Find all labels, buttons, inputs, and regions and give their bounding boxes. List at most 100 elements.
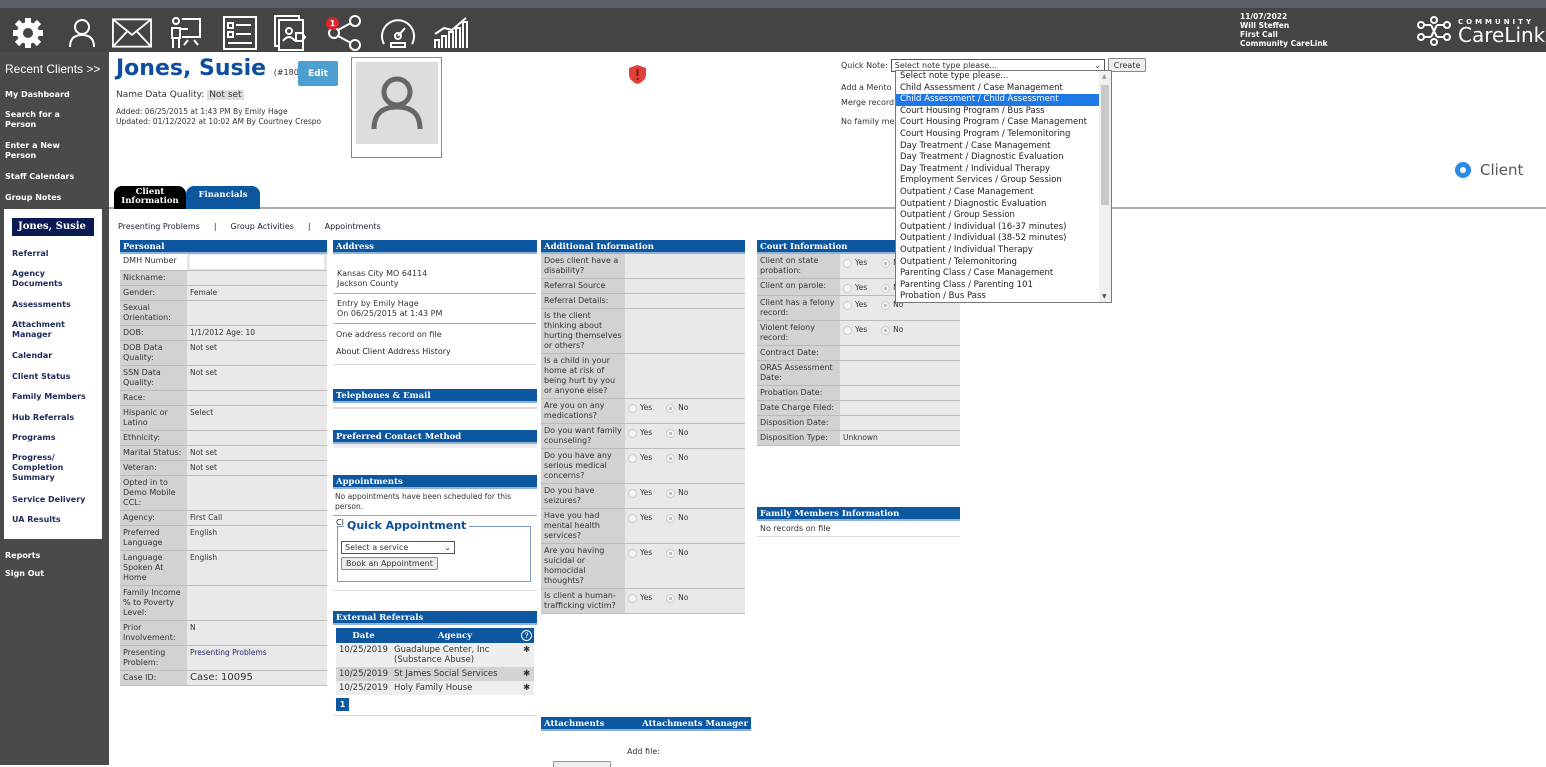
bug-icon[interactable]: ✱ xyxy=(519,643,534,667)
note-option[interactable]: Employment Services / Group Session xyxy=(896,175,1111,187)
field-value[interactable]: Yes No xyxy=(625,448,745,484)
yes-radio[interactable]: Yes xyxy=(628,513,652,523)
quick-note-dropdown-list[interactable]: Select note type please... Child Assessme… xyxy=(895,70,1112,303)
book-appointment-button[interactable]: Book an Appointment xyxy=(341,557,438,570)
field-value[interactable]: Yes No xyxy=(840,320,960,346)
note-option[interactable]: Parenting Class / Case Management xyxy=(896,268,1111,280)
note-option[interactable]: Parenting Class / Parenting 101 xyxy=(896,280,1111,292)
client-menu-name[interactable]: Jones, Susie xyxy=(12,218,94,236)
no-radio[interactable]: No xyxy=(881,325,903,335)
note-option[interactable]: Court Housing Program / Telemonitoring xyxy=(896,129,1111,141)
no-radio[interactable]: No xyxy=(666,428,688,438)
address-history-link[interactable]: About Client Address History xyxy=(333,339,537,364)
mail-icon[interactable] xyxy=(112,14,152,52)
sidebar-link-staff-calendars[interactable]: Staff Calendars xyxy=(5,172,74,182)
choose-file-button[interactable] xyxy=(553,761,611,767)
pagination-page[interactable]: 1 xyxy=(336,698,349,711)
field-value[interactable]: Presenting Problems xyxy=(187,645,327,671)
field-value[interactable]: Yes No xyxy=(625,543,745,589)
note-option[interactable]: Day Treatment / Diagnostic Evaluation xyxy=(896,152,1111,164)
sidebar-link-reports[interactable]: Reports xyxy=(5,551,40,561)
no-radio[interactable]: No xyxy=(666,453,688,463)
yes-radio[interactable]: Yes xyxy=(628,403,652,413)
client-link-ua-results[interactable]: UA Results xyxy=(12,515,61,525)
no-radio[interactable]: No xyxy=(666,548,688,558)
checklist-icon[interactable] xyxy=(220,14,260,52)
client-link-referral[interactable]: Referral xyxy=(12,249,49,259)
client-link-agency-documents[interactable]: Agency Documents xyxy=(12,269,72,289)
referral-row[interactable]: 10/25/2019 St James Social Services ✱ xyxy=(336,667,534,681)
subnav-presenting-problems[interactable]: Presenting Problems xyxy=(118,222,200,231)
yes-radio[interactable]: Yes xyxy=(628,428,652,438)
note-option[interactable]: Court Housing Program / Case Management xyxy=(896,117,1111,129)
attachments-manager-link[interactable]: Attachments Manager xyxy=(642,719,748,729)
note-option[interactable]: Day Treatment / Individual Therapy xyxy=(896,164,1111,176)
note-option[interactable]: Outpatient / Group Session xyxy=(896,210,1111,222)
yes-radio[interactable]: Yes xyxy=(843,325,867,335)
yes-radio[interactable]: Yes xyxy=(628,488,652,498)
note-option[interactable]: Outpatient / Individual (38-52 minutes) xyxy=(896,233,1111,245)
client-link-assessments[interactable]: Assessments xyxy=(12,300,71,310)
tab-client-information[interactable]: Client Information xyxy=(114,186,186,209)
add-mentor-link[interactable]: Add a Mento xyxy=(841,83,891,92)
client-photo[interactable] xyxy=(351,57,442,158)
sidebar-link-search[interactable]: Search for a Person xyxy=(5,110,75,130)
client-link-service-delivery[interactable]: Service Delivery xyxy=(12,495,85,505)
bar-chart-icon[interactable] xyxy=(430,14,470,52)
yes-radio[interactable]: Yes xyxy=(628,548,652,558)
dmh-number-input[interactable] xyxy=(187,254,327,271)
presenter-icon[interactable] xyxy=(165,14,205,52)
merge-records-link[interactable]: Merge record xyxy=(841,98,894,107)
subnav-group-activities[interactable]: Group Activities xyxy=(231,222,294,231)
client-link-hub-referrals[interactable]: Hub Referrals xyxy=(12,413,74,423)
user-icon[interactable] xyxy=(62,14,102,52)
note-option[interactable]: Outpatient / Telemonitoring xyxy=(896,257,1111,269)
yes-radio[interactable]: Yes xyxy=(843,258,867,268)
notification-badge[interactable]: 1 xyxy=(326,17,339,30)
client-link-progress-summary[interactable]: Progress/ Completion Summary xyxy=(12,453,68,483)
client-link-attachment-manager[interactable]: Attachment Manager xyxy=(12,320,74,340)
recent-clients-link[interactable]: Recent Clients >> xyxy=(5,62,100,76)
field-value[interactable]: Yes No xyxy=(625,483,745,509)
note-option[interactable]: Child Assessment / Case Management xyxy=(896,83,1111,95)
yes-radio[interactable]: Yes xyxy=(628,453,652,463)
dropdown-scrollbar[interactable]: ▲ ▼ xyxy=(1099,71,1111,302)
sidebar-link-new-person[interactable]: Enter a New Person xyxy=(5,141,75,161)
no-radio[interactable]: No xyxy=(666,488,688,498)
client-link-family-members[interactable]: Family Members xyxy=(12,392,86,402)
field-value[interactable]: Yes No xyxy=(625,398,745,424)
client-radio[interactable]: Client xyxy=(1455,161,1523,179)
client-link-programs[interactable]: Programs xyxy=(12,433,55,443)
tab-financials[interactable]: Financials xyxy=(186,186,260,209)
service-select[interactable]: Select a service ⌄ xyxy=(341,541,455,554)
note-option[interactable]: Outpatient / Case Management xyxy=(896,187,1111,199)
sidebar-link-dashboard[interactable]: My Dashboard xyxy=(5,90,70,100)
no-radio[interactable]: No xyxy=(666,593,688,603)
field-value[interactable]: Yes No xyxy=(625,423,745,449)
no-radio[interactable]: No xyxy=(666,403,688,413)
note-option[interactable]: Probation / Bus Pass xyxy=(896,291,1111,302)
create-note-button[interactable]: Create xyxy=(1107,58,1147,72)
edit-button[interactable]: Edit xyxy=(298,61,338,86)
bug-icon[interactable]: ✱ xyxy=(519,681,534,695)
note-option[interactable]: Select note type please... xyxy=(896,71,1111,83)
no-radio[interactable]: No xyxy=(666,513,688,523)
contact-export-icon[interactable] xyxy=(272,14,312,52)
bug-icon[interactable]: ✱ xyxy=(519,667,534,681)
note-option[interactable]: Child Assessment / Child Assessment xyxy=(896,94,1111,106)
alert-shield-icon[interactable] xyxy=(629,65,646,84)
yes-radio[interactable]: Yes xyxy=(628,593,652,603)
speedometer-icon[interactable] xyxy=(378,14,418,52)
referral-row[interactable]: 10/25/2019 Holy Family House ✱ xyxy=(336,681,534,695)
sidebar-link-sign-out[interactable]: Sign Out xyxy=(5,569,44,579)
note-option[interactable]: Day Treatment / Case Management xyxy=(896,141,1111,153)
note-option[interactable]: Outpatient / Diagnostic Evaluation xyxy=(896,199,1111,211)
gear-icon[interactable] xyxy=(8,14,48,52)
sidebar-link-group-notes[interactable]: Group Notes xyxy=(5,193,61,203)
subnav-appointments[interactable]: Appointments xyxy=(325,222,381,231)
note-option[interactable]: Court Housing Program / Bus Pass xyxy=(896,106,1111,118)
yes-radio[interactable]: Yes xyxy=(843,300,867,310)
field-value[interactable]: Yes No xyxy=(625,588,745,614)
yes-radio[interactable]: Yes xyxy=(843,283,867,293)
note-option[interactable]: Outpatient / Individual Therapy xyxy=(896,245,1111,257)
